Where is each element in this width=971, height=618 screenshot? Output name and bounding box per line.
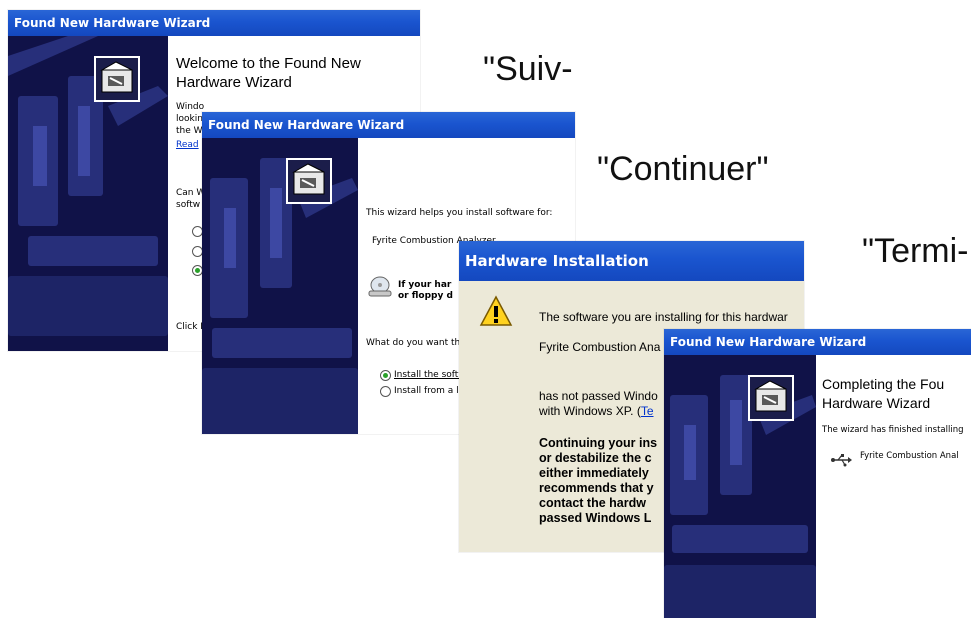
caption-termi: "Termi- (862, 232, 969, 270)
body-text: lookin (176, 114, 203, 124)
page-title: Completing the Fou (822, 376, 945, 392)
radio-install-list[interactable] (380, 386, 391, 397)
warning-bold-line: either immediately (539, 466, 649, 480)
question-text: What do you want th (366, 338, 461, 348)
wizard-side-panel (664, 355, 816, 618)
titlebar[interactable]: Found New Hardware Wizard (202, 112, 575, 138)
body-text: softw (176, 200, 201, 210)
hardware-wizard-icon (286, 158, 332, 204)
cd-prompt: If your har (398, 280, 452, 290)
body-text: Can W (176, 188, 206, 198)
cd-prompt-line2: or floppy d (398, 291, 453, 301)
wizard-content: Completing the Fou Hardware Wizard The w… (816, 355, 971, 618)
option-install-auto[interactable]: Install the softw (394, 370, 466, 380)
warning-bold-line: passed Windows L (539, 511, 652, 525)
logo-test-prefix: with Windows XP. ( (539, 404, 641, 418)
option-install-list[interactable]: Install from a li (394, 386, 461, 396)
wizard-window-completing: Found New Hardware Wizard Completing the… (664, 329, 971, 618)
warning-icon (479, 295, 513, 327)
warning-bold-line: Continuing your ins (539, 436, 658, 450)
finished-text: The wizard has finished installing (822, 425, 964, 435)
radio-install-auto[interactable] (380, 370, 391, 381)
read-link[interactable]: Read (176, 140, 199, 150)
warning-bold-line: contact the hardw (539, 496, 646, 510)
warning-text: The software you are installing for this… (539, 310, 788, 324)
page-title-line2: Hardware Wizard (176, 74, 292, 91)
titlebar[interactable]: Found New Hardware Wizard (664, 329, 971, 355)
device-name: Fyrite Combustion Ana (539, 340, 661, 354)
hardware-wizard-icon (748, 375, 794, 421)
warning-bold-line: or destabilize the c (539, 451, 652, 465)
intro-text: This wizard helps you install software f… (366, 208, 553, 218)
device-name: Fyrite Combustion Anal (860, 451, 959, 461)
logo-test-text-line2: with Windows XP. (Te (539, 404, 654, 418)
warning-bold-line: recommends that y (539, 481, 654, 495)
titlebar[interactable]: Found New Hardware Wizard (8, 10, 420, 36)
wizard-side-panel (8, 36, 168, 351)
page-title-line2: Hardware Wizard (822, 395, 931, 411)
tell-me-why-link[interactable]: Te (641, 404, 654, 418)
page-title: Welcome to the Found New (176, 55, 361, 72)
hardware-wizard-icon (94, 56, 140, 102)
logo-test-text: has not passed Windo (539, 389, 658, 403)
usb-icon (830, 453, 852, 467)
caption-continuer: "Continuer" (597, 150, 769, 188)
cd-drive-icon (368, 276, 392, 298)
body-text: the W (176, 126, 203, 136)
caption-suiv: "Suiv- (483, 50, 573, 88)
titlebar[interactable]: Hardware Installation (459, 241, 804, 281)
wizard-side-panel (202, 138, 358, 434)
body-text: Windo (176, 102, 205, 112)
